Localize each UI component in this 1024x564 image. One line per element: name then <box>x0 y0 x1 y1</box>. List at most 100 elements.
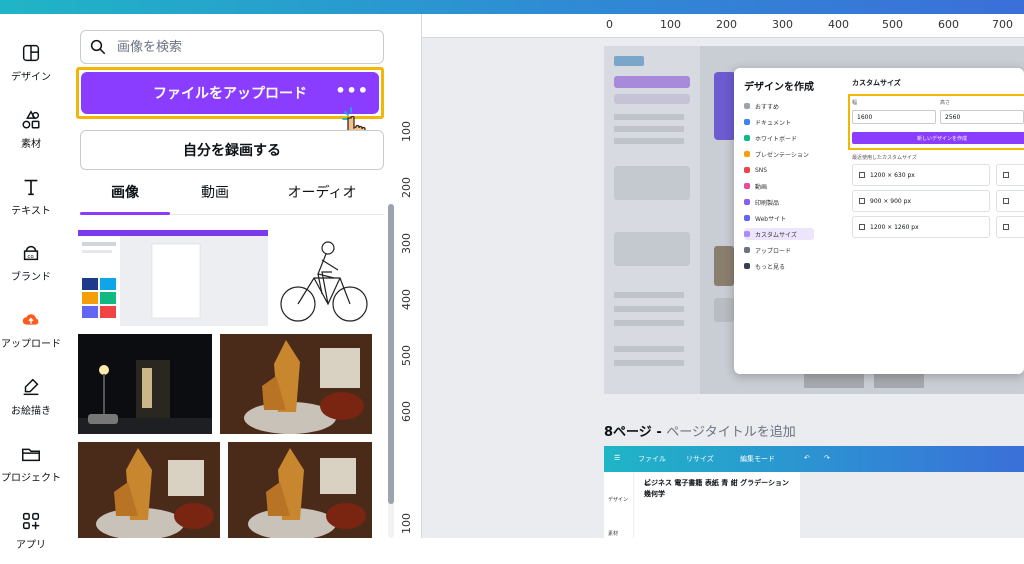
uploaded-image-thumbnail[interactable] <box>228 442 372 538</box>
rail-label: プロジェクト <box>1 473 61 484</box>
ruler-tick-label: 600 <box>938 18 959 31</box>
rail-label: デザイン <box>608 497 629 503</box>
width-input[interactable]: 1600 <box>852 110 936 124</box>
dialog-menu-item[interactable]: Webサイト <box>744 212 814 224</box>
rail-label: テキスト <box>11 206 51 217</box>
ruler-tick-label: 0 <box>606 18 613 31</box>
menu-label: SNS <box>755 166 768 174</box>
ruler-tick-label: 200 <box>400 177 413 198</box>
menu-label: Webサイト <box>755 215 787 223</box>
search-box[interactable] <box>80 30 384 64</box>
uploaded-image-thumbnail[interactable] <box>78 334 212 434</box>
shapes-icon <box>22 110 40 129</box>
editor-canvas-screenshot <box>800 472 1024 538</box>
dialog-menu-item-selected[interactable]: カスタムサイズ <box>744 228 814 240</box>
ruler-tick-label: 500 <box>882 18 903 31</box>
rail-item-projects[interactable]: プロジェクト <box>0 433 62 497</box>
uploaded-image-thumbnail[interactable] <box>78 230 268 326</box>
dialog-menu-item[interactable]: ホワイトボード <box>744 132 814 144</box>
uploaded-image-thumbnail[interactable] <box>220 334 372 434</box>
create-design-dialog: デザインを作成 おすすめ ドキュメント ホワイトボード プレゼンテーション SN… <box>734 68 1024 374</box>
dialog-menu-item[interactable]: 動画 <box>744 180 814 192</box>
dialog-menu-item[interactable]: おすすめ <box>744 100 814 112</box>
rail-item-brand[interactable]: co ブランド <box>0 232 62 296</box>
upload-files-label: ファイルをアップロード <box>153 86 307 102</box>
page-8-title[interactable]: 8ページ - ページタイトルを追加 <box>604 421 796 440</box>
svg-text:co: co <box>27 254 34 260</box>
menu-label: ホワイトボード <box>755 135 798 143</box>
menu-label: 動画 <box>755 183 768 191</box>
menu-label: プレゼンテーション <box>755 151 809 159</box>
panel-scrollbar-thumb[interactable] <box>388 204 394 504</box>
tab-videos[interactable]: 動画 <box>170 170 260 214</box>
left-rail: デザイン 素材 テキスト co ブランド アップロード お絵描き プロジェクト … <box>0 14 62 551</box>
ruler-tick-label: 600 <box>400 401 413 422</box>
editor-rail-screenshot: デザイン 素材 <box>604 472 634 538</box>
media-tabs: 画像 動画 オーディオ <box>80 170 384 215</box>
dialog-menu-item[interactable]: もっと見る <box>744 260 814 272</box>
ruler-tick-label: 100 <box>660 18 681 31</box>
recent-size-chip[interactable] <box>996 216 1024 238</box>
tab-images[interactable]: 画像 <box>80 170 170 214</box>
rail-label: ブランド <box>11 272 51 283</box>
more-options-icon[interactable]: ••• <box>335 83 369 99</box>
page-8-canvas[interactable]: ☰ ファイル リサイズ 編集モード ↶ ↷ デザイン 素材 ← ビジネス 電子書… <box>604 446 1024 538</box>
width-label: 幅 <box>852 100 858 106</box>
menu-label: アップロード <box>755 247 792 255</box>
add-page-title-placeholder[interactable]: ページタイトルを追加 <box>666 425 795 440</box>
recent-size-chip[interactable]: 1200 × 630 px <box>852 164 990 186</box>
rail-item-design[interactable]: デザイン <box>0 32 62 96</box>
rail-item-elements[interactable]: 素材 <box>0 99 62 163</box>
image-size-icon <box>859 198 865 204</box>
night-street-image <box>78 334 212 434</box>
dialog-menu-item[interactable]: 印刷製品 <box>744 196 814 208</box>
tab-audio[interactable]: オーディオ <box>260 170 384 214</box>
uploaded-image-thumbnail[interactable] <box>78 442 220 538</box>
dialog-menu-item[interactable]: ドキュメント <box>744 116 814 128</box>
rail-item-apps[interactable]: アプリ <box>0 500 62 564</box>
height-label: 高さ <box>940 100 951 106</box>
tempura-bowl-image <box>78 442 220 538</box>
vertical-ruler: 100 200 300 400 500 600 100 <box>398 14 422 538</box>
rail-label: アップロード <box>1 339 61 350</box>
create-new-design-button[interactable]: 新しいデザインを作成 <box>852 132 1024 144</box>
rail-item-text[interactable]: テキスト <box>0 166 62 230</box>
uploaded-image-thumbnail[interactable] <box>274 230 372 326</box>
menu-label: おすすめ <box>755 103 780 111</box>
rail-label: 素材 <box>21 139 41 150</box>
folder-icon <box>22 448 40 462</box>
recent-size-chip[interactable]: 900 × 900 px <box>852 190 990 212</box>
rail-item-uploads[interactable]: アップロード <box>0 299 62 363</box>
height-input[interactable]: 2560 <box>940 110 1024 124</box>
tempura-bowl-image <box>228 442 372 538</box>
ruler-tick-label: 300 <box>400 233 413 254</box>
uploaded-images-grid <box>78 214 372 538</box>
ruler-tick-label: 100 <box>400 121 413 142</box>
ruler-tick-label: 200 <box>716 18 737 31</box>
size-label: 1200 × 1260 px <box>870 223 919 231</box>
record-yourself-button[interactable]: 自分を録画する <box>80 130 384 170</box>
recent-size-chip[interactable] <box>996 164 1024 186</box>
search-input[interactable] <box>117 37 377 57</box>
dialog-menu-item[interactable]: アップロード <box>744 244 814 256</box>
layout-icon <box>22 44 40 62</box>
template-heading: ビジネス 電子書籍 表紙 青 紺 グラデーション 幾何学 <box>644 479 797 498</box>
ruler-tick-label: 400 <box>400 289 413 310</box>
editor-screenshot-image <box>78 230 268 326</box>
menu-label: 印刷製品 <box>755 199 780 207</box>
menu-label: カスタムサイズ <box>755 231 797 239</box>
rail-item-draw[interactable]: お絵描き <box>0 366 62 430</box>
rail-label: お絵描き <box>11 406 51 417</box>
menu-label: ドキュメント <box>755 119 792 127</box>
image-size-icon <box>859 224 865 230</box>
file-menu-label: ファイル <box>638 455 666 463</box>
uploads-panel: ファイルをアップロード ••• 自分を録画する 画像 動画 オーディオ <box>62 14 398 538</box>
dialog-menu-item[interactable]: SNS <box>744 164 814 176</box>
recent-size-chip[interactable]: 1200 × 1260 px <box>852 216 990 238</box>
brand-icon: co <box>23 245 39 261</box>
recent-size-chip[interactable] <box>996 190 1024 212</box>
upload-files-button[interactable]: ファイルをアップロード ••• <box>81 72 379 114</box>
size-label: 900 × 900 px <box>870 197 912 205</box>
dialog-menu-item[interactable]: プレゼンテーション <box>744 148 814 160</box>
page-number: 8ページ <box>604 425 652 440</box>
